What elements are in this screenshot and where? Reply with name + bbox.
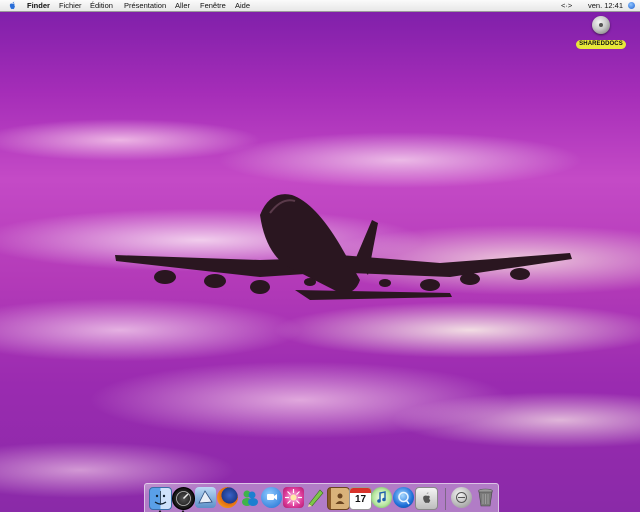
menu-presentation[interactable]: Présentation (124, 0, 166, 11)
quicktime-icon[interactable] (393, 487, 414, 508)
script-menu-icon[interactable]: <·> (561, 0, 572, 11)
desktop-wallpaper: SHAREDDOCS 17 (0, 0, 640, 512)
airplane-silhouette (115, 194, 572, 300)
itunes-icon[interactable] (371, 487, 392, 508)
menu-clock[interactable]: ven. 12:41 (588, 0, 623, 11)
menu-fichier[interactable]: Fichier (59, 0, 82, 11)
firefox-icon[interactable] (217, 487, 238, 508)
blue-circle-icon[interactable] (628, 2, 635, 9)
trash-icon[interactable] (475, 487, 496, 508)
msn-messenger-icon[interactable] (239, 487, 260, 508)
ichat-icon[interactable] (261, 487, 282, 508)
downloads-stack-icon[interactable] (451, 487, 472, 508)
dock-separator (445, 488, 446, 510)
menu-bar: Finder Fichier Édition Présentation Alle… (0, 0, 640, 12)
photo-booth-icon[interactable] (283, 487, 304, 508)
shareddocs-volume[interactable]: SHAREDDOCS (574, 16, 628, 52)
text-editor-icon[interactable] (305, 487, 326, 508)
volume-label: SHAREDDOCS (576, 40, 626, 49)
finder-icon[interactable] (149, 487, 172, 510)
dock: 17 (144, 483, 499, 512)
system-preferences-icon[interactable] (415, 487, 438, 510)
apple-icon[interactable] (8, 1, 17, 10)
menu-edition[interactable]: Édition (90, 0, 113, 11)
ical-icon[interactable]: 17 (349, 487, 372, 510)
dashboard-icon[interactable] (172, 487, 195, 510)
address-book-icon[interactable] (327, 487, 350, 510)
menu-finder[interactable]: Finder (27, 0, 50, 11)
menu-aide[interactable]: Aide (235, 0, 250, 11)
ical-date: 17 (354, 494, 367, 505)
mail-icon[interactable] (195, 487, 216, 508)
menu-fenetre[interactable]: Fenêtre (200, 0, 226, 11)
network-volume-icon (592, 16, 610, 34)
menu-aller[interactable]: Aller (175, 0, 190, 11)
